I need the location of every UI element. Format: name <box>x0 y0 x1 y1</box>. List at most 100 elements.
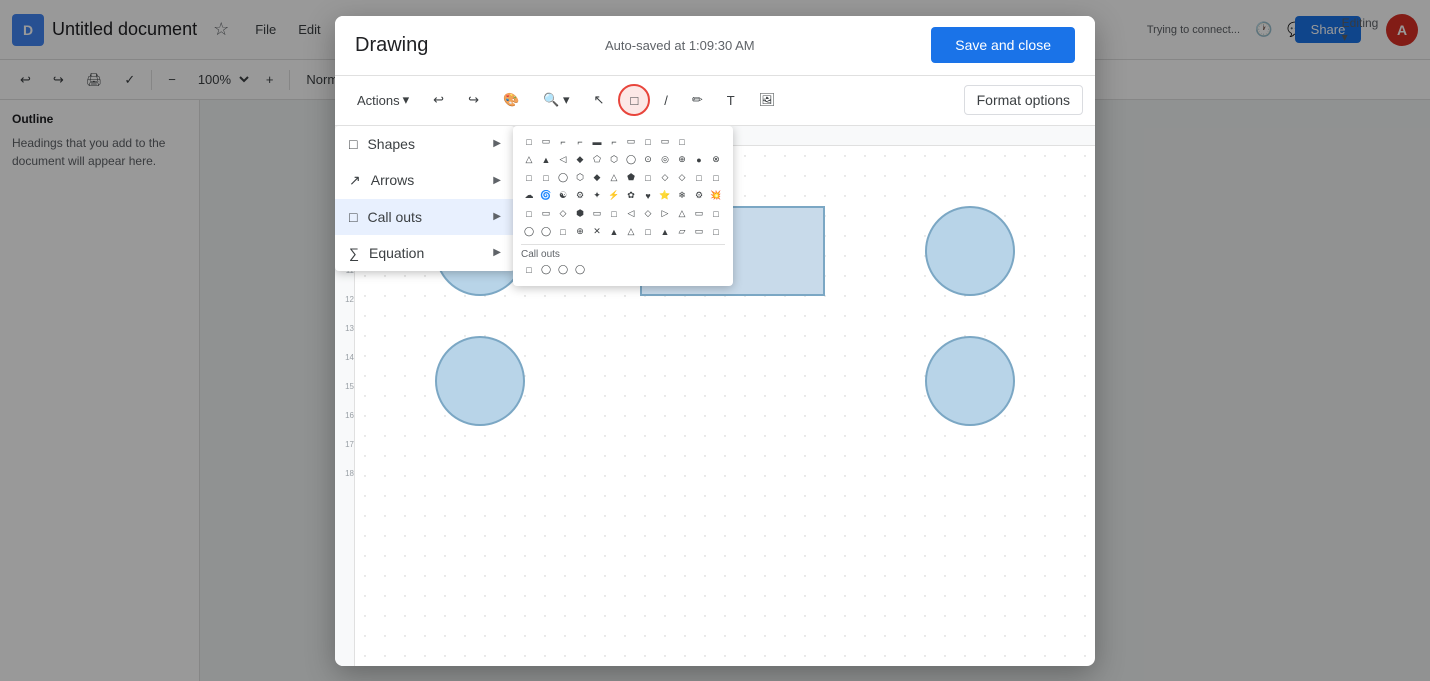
save-close-button[interactable]: Save and close <box>931 27 1075 63</box>
shape-f10[interactable]: △ <box>674 206 690 222</box>
shape-circle-2[interactable] <box>925 206 1015 296</box>
shapes-row1: □ ▭ ⌐ ⌐ ▬ ⌐ ▭ □ ▭ □ <box>521 134 725 150</box>
shape-f12[interactable]: □ <box>708 206 724 222</box>
callout-rect-btn[interactable]: □ <box>521 262 537 278</box>
shape-f3[interactable]: ◇ <box>555 206 571 222</box>
draw-text-btn[interactable]: T <box>717 84 745 116</box>
draw-shape-btn[interactable]: □ <box>618 84 650 116</box>
shape-f8[interactable]: ◇ <box>640 206 656 222</box>
draw-redo-btn[interactable]: ↪ <box>458 84 489 116</box>
shape-g7[interactable]: △ <box>623 224 639 240</box>
actions-chevron: ▾ <box>403 92 410 108</box>
shapes-dropdown: □ Shapes ▶ ↗ Arrows ▶ □ Call outs ▶ ∑ Eq… <box>335 126 515 271</box>
shape-cloud-btn[interactable]: ☁ <box>521 188 537 204</box>
draw-scribble-btn[interactable]: ✏ <box>682 84 713 116</box>
shape-b6[interactable]: △ <box>606 170 622 186</box>
shape-penta-btn[interactable]: ⬠ <box>589 152 605 168</box>
shape-g4[interactable]: ⊕ <box>572 224 588 240</box>
shape-rtri-btn[interactable]: ◁ <box>555 152 571 168</box>
shape-b5[interactable]: ◆ <box>589 170 605 186</box>
callout-oval-btn[interactable]: ◯ <box>555 262 571 278</box>
callout-round-btn[interactable]: ◯ <box>538 262 554 278</box>
shape-b12[interactable]: □ <box>708 170 724 186</box>
shape-snow-btn[interactable]: ❄ <box>674 188 690 204</box>
shape-b1[interactable]: □ <box>521 170 537 186</box>
dropdown-arrows[interactable]: ↗ Arrows ▶ <box>335 162 515 199</box>
shape-snip2-btn[interactable]: ⌐ <box>572 134 588 150</box>
shape-diamond-btn[interactable]: ◆ <box>572 152 588 168</box>
shape-star-btn[interactable]: ⭐ <box>657 188 673 204</box>
shape-g5[interactable]: ✕ <box>589 224 605 240</box>
shape-ring-btn[interactable]: ◎ <box>657 152 673 168</box>
shape-cross-btn[interactable]: ⊗ <box>708 152 724 168</box>
shape-g12[interactable]: □ <box>708 224 724 240</box>
shape-flower-btn[interactable]: ✿ <box>623 188 639 204</box>
shape-b8[interactable]: □ <box>640 170 656 186</box>
shape-spiral-btn[interactable]: 🌀 <box>538 188 554 204</box>
shape-dot-btn[interactable]: ● <box>691 152 707 168</box>
shape-g2[interactable]: ◯ <box>538 224 554 240</box>
draw-select-btn[interactable]: ↖ <box>584 84 615 116</box>
shape-b10[interactable]: ◇ <box>674 170 690 186</box>
shape-roundrect-btn[interactable]: ▭ <box>538 134 554 150</box>
shape-blast-btn[interactable]: 💥 <box>708 188 724 204</box>
shape-rect7-btn[interactable]: ▭ <box>657 134 673 150</box>
shape-circle-3[interactable] <box>435 336 525 426</box>
shape-b2[interactable]: □ <box>538 170 554 186</box>
modal-overlay: Drawing Auto-saved at 1:09:30 AM Save an… <box>0 0 1430 681</box>
shape-f5[interactable]: ▭ <box>589 206 605 222</box>
shape-plus-btn[interactable]: ⊕ <box>674 152 690 168</box>
shape-oval-btn[interactable]: ⊙ <box>640 152 656 168</box>
draw-paintformat-btn[interactable]: 🎨 <box>493 84 529 116</box>
shape-yin-btn[interactable]: ☯ <box>555 188 571 204</box>
shape-circle-btn[interactable]: ◯ <box>623 152 639 168</box>
shape-tri1-btn[interactable]: △ <box>521 152 537 168</box>
draw-zoom-btn[interactable]: 🔍 ▾ <box>533 84 579 116</box>
shape-f4[interactable]: ⬢ <box>572 206 588 222</box>
shape-gear-btn[interactable]: ⚙ <box>572 188 588 204</box>
shape-tri2-btn[interactable]: ▲ <box>538 152 554 168</box>
shape-rect3-btn[interactable]: ▬ <box>589 134 605 150</box>
shape-g1[interactable]: ◯ <box>521 224 537 240</box>
shape-cog-btn[interactable]: ⚙ <box>691 188 707 204</box>
shape-g3[interactable]: □ <box>555 224 571 240</box>
shape-f2[interactable]: ▭ <box>538 206 554 222</box>
dropdown-equation[interactable]: ∑ Equation ▶ <box>335 235 515 271</box>
shape-rect8-btn[interactable]: □ <box>674 134 690 150</box>
shape-heart-btn[interactable]: ♥ <box>640 188 656 204</box>
shape-b11[interactable]: □ <box>691 170 707 186</box>
format-options-btn[interactable]: Format options <box>964 85 1083 115</box>
shape-f1[interactable]: □ <box>521 206 537 222</box>
shape-snip-btn[interactable]: ⌐ <box>555 134 571 150</box>
actions-btn[interactable]: Actions ▾ <box>347 84 419 116</box>
callout-cloud-btn[interactable]: ◯ <box>572 262 588 278</box>
shape-star4-btn[interactable]: ✦ <box>589 188 605 204</box>
shape-b9[interactable]: ◇ <box>657 170 673 186</box>
shape-g8[interactable]: □ <box>640 224 656 240</box>
dropdown-callouts[interactable]: □ Call outs ▶ <box>335 199 515 235</box>
shape-rect6-btn[interactable]: □ <box>640 134 656 150</box>
draw-image-btn[interactable]: 🖼 <box>749 84 786 116</box>
shape-g10[interactable]: ▱ <box>674 224 690 240</box>
shape-rect4-btn[interactable]: ⌐ <box>606 134 622 150</box>
shape-b4[interactable]: ⬡ <box>572 170 588 186</box>
shape-f6[interactable]: □ <box>606 206 622 222</box>
shape-g9[interactable]: ▲ <box>657 224 673 240</box>
drawing-canvas[interactable]: 17 18 19 20 21 22 23 24 25 26 7 8 9 10 1… <box>335 126 1095 666</box>
shape-circle-4[interactable] <box>925 336 1015 426</box>
shape-lightning-btn[interactable]: ⚡ <box>606 188 622 204</box>
shape-f7[interactable]: ◁ <box>623 206 639 222</box>
shape-rect5-btn[interactable]: ▭ <box>623 134 639 150</box>
callouts-arrow: ▶ <box>493 211 501 222</box>
shape-g6[interactable]: ▲ <box>606 224 622 240</box>
shape-f9[interactable]: ▷ <box>657 206 673 222</box>
shape-g11[interactable]: ▭ <box>691 224 707 240</box>
shape-b7[interactable]: ⬟ <box>623 170 639 186</box>
shape-rect-btn[interactable]: □ <box>521 134 537 150</box>
shape-hexa-btn[interactable]: ⬡ <box>606 152 622 168</box>
shape-f11[interactable]: ▭ <box>691 206 707 222</box>
draw-line-btn[interactable]: / <box>654 84 678 116</box>
dropdown-shapes[interactable]: □ Shapes ▶ <box>335 126 515 162</box>
shape-b3[interactable]: ◯ <box>555 170 571 186</box>
draw-undo-btn[interactable]: ↩ <box>423 84 454 116</box>
